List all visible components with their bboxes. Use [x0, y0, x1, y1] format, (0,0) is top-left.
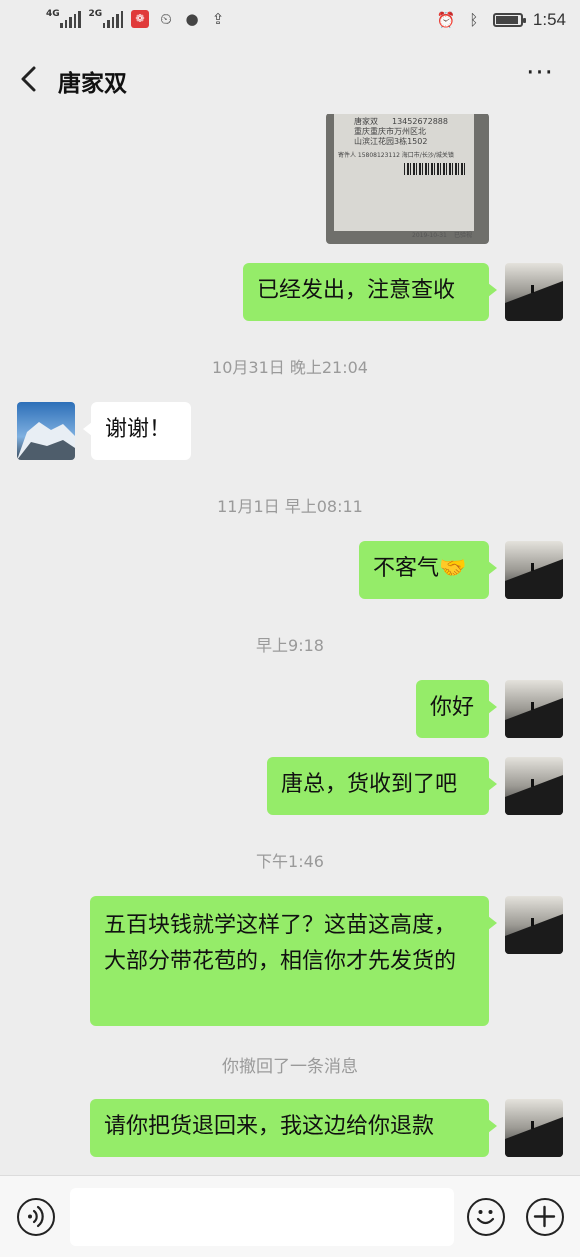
voice-input-button[interactable]: [17, 1198, 55, 1236]
label-recipient-name: 唐家双: [354, 117, 378, 126]
signal-icon: 4G: [46, 10, 81, 28]
alarm-clock-icon: ⏰: [436, 11, 456, 29]
label-date: 2019-10-31: [412, 232, 447, 239]
avatar[interactable]: [505, 896, 563, 954]
more-functions-button[interactable]: [526, 1198, 564, 1236]
app-notification-icon: ❁: [131, 10, 149, 28]
page-title: 唐家双: [58, 71, 127, 97]
message-bubble-outgoing[interactable]: 唐总，货收到了吧: [267, 757, 497, 815]
recalled-message-notice: 你撤回了一条消息: [222, 1057, 358, 1077]
message-bubble-incoming[interactable]: 谢谢！: [83, 402, 191, 460]
shipping-label: 唐家双 13452672888 重庆重庆市万州区北 山滨江花园3栋1502 寄件…: [334, 114, 474, 239]
emoji-button[interactable]: [467, 1198, 505, 1236]
message-bubble-outgoing[interactable]: 不客气🤝: [359, 541, 497, 599]
status-bar: 4G 2G ❁ ⏲ ● ⇪ ⏰ ᛒ 1:54: [0, 0, 580, 44]
barcode: [404, 163, 466, 175]
message-bubble-outgoing[interactable]: 你好: [416, 680, 497, 738]
timestamp: 下午1:46: [256, 852, 324, 871]
bluetooth-icon: ᛒ: [469, 11, 479, 29]
avatar[interactable]: [505, 757, 563, 815]
timestamp: 10月31日 晚上21:04: [212, 358, 368, 377]
plus-icon: [533, 1205, 556, 1228]
label-stamp: 已验视: [454, 232, 473, 239]
label-address-2: 山滨江花园3栋1502: [354, 137, 428, 146]
timestamp: 11月1日 早上08:11: [217, 497, 363, 516]
avatar[interactable]: [505, 680, 563, 738]
message-bubble-outgoing[interactable]: 请你把货退回来，我这边给你退款: [90, 1099, 497, 1157]
message-input[interactable]: [70, 1188, 454, 1246]
sim2-label: 2G: [88, 9, 103, 19]
signal-icon: 2G: [88, 9, 123, 28]
back-button[interactable]: [14, 62, 46, 96]
avatar[interactable]: [17, 402, 75, 460]
chat-header: 唐家双 ···: [0, 44, 580, 114]
message-bubble-outgoing[interactable]: 五百块钱就学这样了？这苗这高度，大部分带花苞的，相信你才先发货的: [90, 896, 497, 1026]
timestamp: 早上9:18: [256, 636, 324, 655]
voice-icon: [28, 1205, 44, 1228]
upload-icon: ⇪: [211, 10, 225, 28]
battery-icon: [492, 13, 526, 27]
message-bubble-outgoing[interactable]: 已经发出，注意查收: [243, 263, 497, 321]
more-options-button[interactable]: ···: [522, 60, 558, 94]
chevron-left-icon: [21, 66, 36, 92]
image-message[interactable]: 唐家双 13452672888 重庆重庆市万州区北 山滨江花园3栋1502 寄件…: [326, 114, 489, 244]
emoji-icon: [476, 1210, 495, 1225]
avatar[interactable]: [505, 541, 563, 599]
alarm-icon: ⏲: [160, 10, 172, 28]
message-list[interactable]: 唐家双 13452672888 重庆重庆市万州区北 山滨江花园3栋1502 寄件…: [0, 114, 580, 1175]
input-bar: [0, 1175, 580, 1257]
label-phone: 13452672888: [392, 117, 448, 126]
avatar[interactable]: [505, 263, 563, 321]
avatar[interactable]: [505, 1099, 563, 1157]
label-address-1: 重庆重庆市万州区北: [354, 127, 426, 136]
chat-notification-icon: ●: [185, 10, 199, 28]
status-time: 1:54: [532, 10, 566, 29]
label-sender-line: 寄件人 15808123112 海口市/长沙/城关镇: [338, 152, 454, 159]
sim1-label: 4G: [46, 9, 60, 19]
